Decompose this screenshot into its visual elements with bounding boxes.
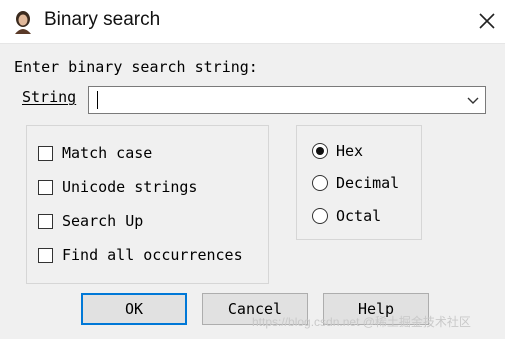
match-case-label: Match case [62,144,153,162]
window-title: Binary search [44,9,161,30]
match-case-checkbox[interactable]: Match case [38,143,152,163]
hex-radio[interactable]: Hex [312,141,363,161]
string-label: String [22,88,77,106]
app-portrait-icon [15,11,31,34]
checkbox-box [38,247,53,263]
search-string-combobox[interactable] [88,86,486,114]
find-all-occurrences-label: Find all occurrences [62,246,243,264]
chevron-down-icon[interactable] [465,91,481,109]
checkbox-box [38,179,53,195]
decimal-radio[interactable]: Decimal [312,173,399,193]
close-icon[interactable] [474,8,500,34]
radio-circle [312,143,328,159]
radio-circle [312,175,328,191]
decimal-label: Decimal [336,174,400,192]
ok-button[interactable]: OK [81,293,187,325]
checkbox-box [38,213,53,229]
unicode-strings-label: Unicode strings [62,178,198,196]
ok-button-label: OK [124,300,144,318]
search-up-label: Search Up [62,212,144,230]
search-prompt-label: Enter binary search string: [14,58,258,76]
hex-label: Hex [336,142,364,160]
unicode-strings-checkbox[interactable]: Unicode strings [38,177,197,197]
radio-selected-dot [316,147,324,155]
octal-label: Octal [336,207,382,225]
radio-circle [312,208,328,224]
search-up-checkbox[interactable]: Search Up [38,211,143,231]
watermark-text: https://blog.csdn.net @稀土掘金技术社区 [252,315,471,329]
text-cursor [97,91,98,109]
checkbox-box [38,145,53,161]
title-bar: Binary search [0,0,505,44]
find-all-occurrences-checkbox[interactable]: Find all occurrences [38,245,243,265]
octal-radio[interactable]: Octal [312,206,381,226]
